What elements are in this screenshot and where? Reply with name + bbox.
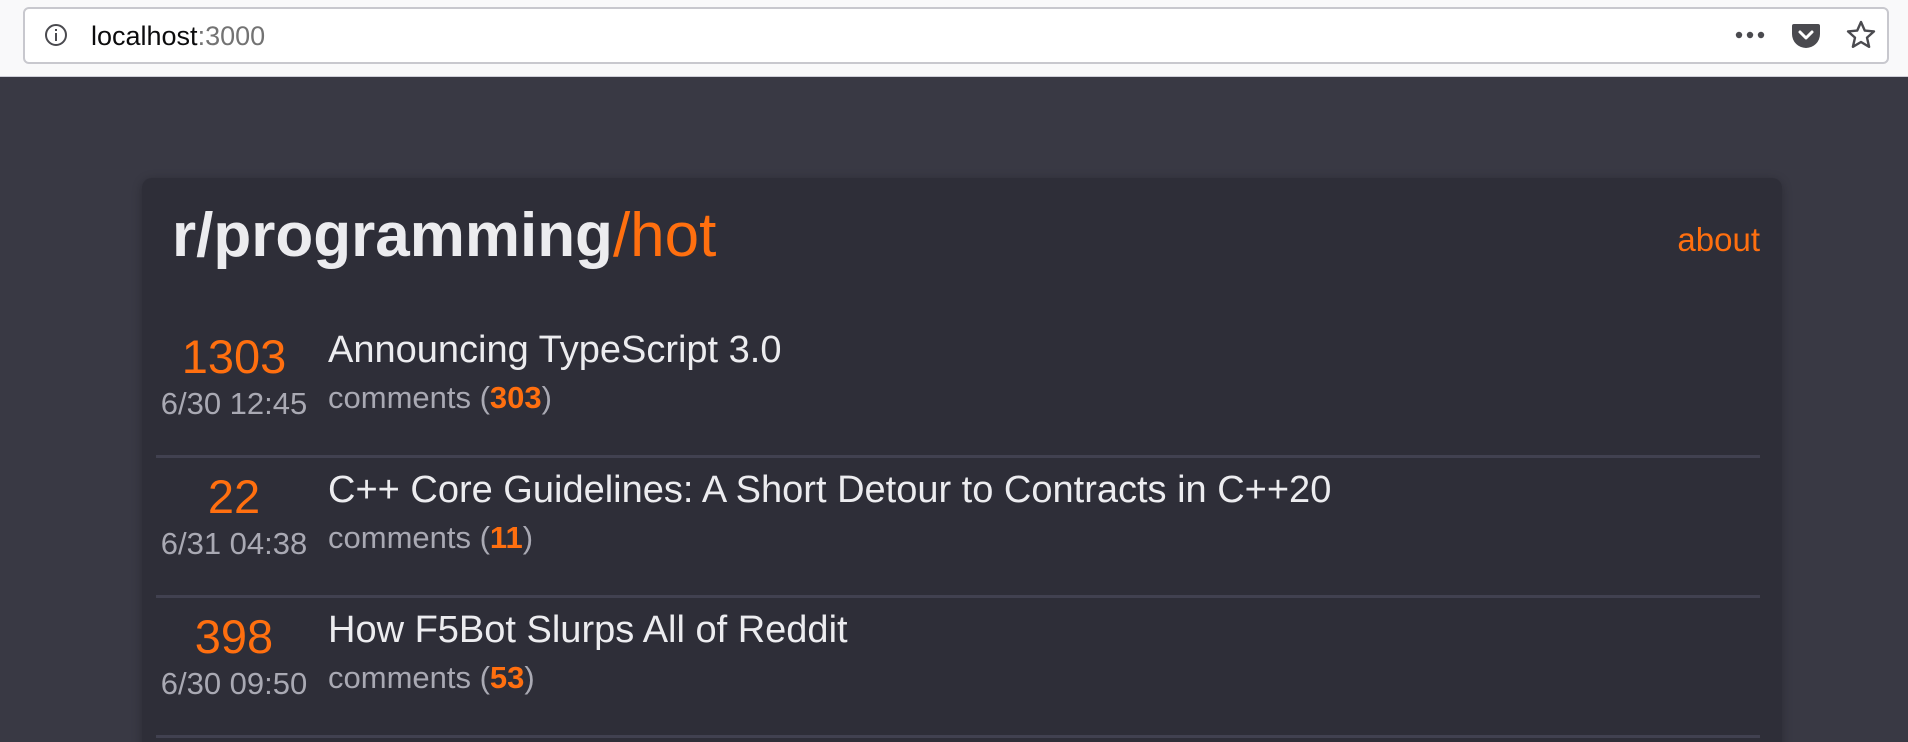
subreddit-card: r/programming/hot about 1303 6/30 12:45 … — [142, 178, 1782, 742]
title-subreddit: r/programming — [172, 201, 613, 270]
post-time: 6/30 09:50 — [160, 666, 308, 701]
post-meta: 398 6/30 09:50 — [156, 598, 312, 701]
title-sort: /hot — [612, 201, 717, 270]
post-title-link[interactable]: How F5Bot Slurps All of Reddit — [328, 608, 1760, 652]
browser-toolbar: localhost:3000 — [0, 0, 1908, 77]
post-body: C++ Core Guidelines: A Short Detour to C… — [328, 458, 1760, 556]
post-time: 6/31 04:38 — [160, 526, 308, 561]
post-score: 1303 — [181, 330, 287, 383]
comment-count: 53 — [489, 660, 525, 695]
list-item: 398 6/30 09:50 How F5Bot Slurps All of R… — [156, 598, 1760, 738]
comment-count: 11 — [489, 520, 523, 555]
comment-count: 303 — [489, 380, 542, 415]
comments-link[interactable]: comments (303) — [328, 380, 1760, 416]
post-meta: 1303 6/30 12:45 — [156, 318, 312, 421]
post-title-link[interactable]: C++ Core Guidelines: A Short Detour to C… — [328, 468, 1760, 512]
comments-label: comments ( — [328, 380, 490, 415]
page-title: r/programming/hot — [172, 200, 716, 272]
comments-close: ) — [522, 520, 534, 555]
about-link[interactable]: about — [1677, 220, 1760, 260]
comments-link[interactable]: comments (11) — [328, 520, 1760, 556]
url-host: localhost — [91, 21, 198, 51]
list-item: 22 6/31 04:38 C++ Core Guidelines: A Sho… — [156, 458, 1760, 598]
post-time: 6/30 12:45 — [160, 386, 308, 421]
post-body: How F5Bot Slurps All of Reddit comments … — [328, 598, 1760, 696]
post-score: 22 — [207, 470, 261, 523]
comments-link[interactable]: comments (53) — [328, 660, 1760, 696]
comments-label: comments ( — [328, 520, 490, 555]
url-text[interactable]: localhost:3000 — [91, 21, 265, 51]
comments-label: comments ( — [328, 660, 490, 695]
post-list: 1303 6/30 12:45 Announcing TypeScript 3.… — [156, 318, 1760, 738]
comments-close: ) — [541, 380, 552, 415]
address-bar[interactable]: localhost:3000 — [23, 7, 1889, 64]
post-score: 398 — [194, 610, 274, 663]
post-meta: 22 6/31 04:38 — [156, 458, 312, 561]
post-body: Announcing TypeScript 3.0 comments (303) — [328, 318, 1760, 416]
list-item: 1303 6/30 12:45 Announcing TypeScript 3.… — [156, 318, 1760, 458]
pocket-icon[interactable] — [1791, 20, 1821, 50]
more-icon[interactable] — [1733, 25, 1767, 45]
comments-close: ) — [524, 660, 535, 695]
star-icon[interactable] — [1845, 19, 1877, 51]
post-title-link[interactable]: Announcing TypeScript 3.0 — [328, 328, 1760, 372]
info-icon[interactable] — [44, 23, 68, 47]
url-port: :3000 — [197, 21, 266, 51]
